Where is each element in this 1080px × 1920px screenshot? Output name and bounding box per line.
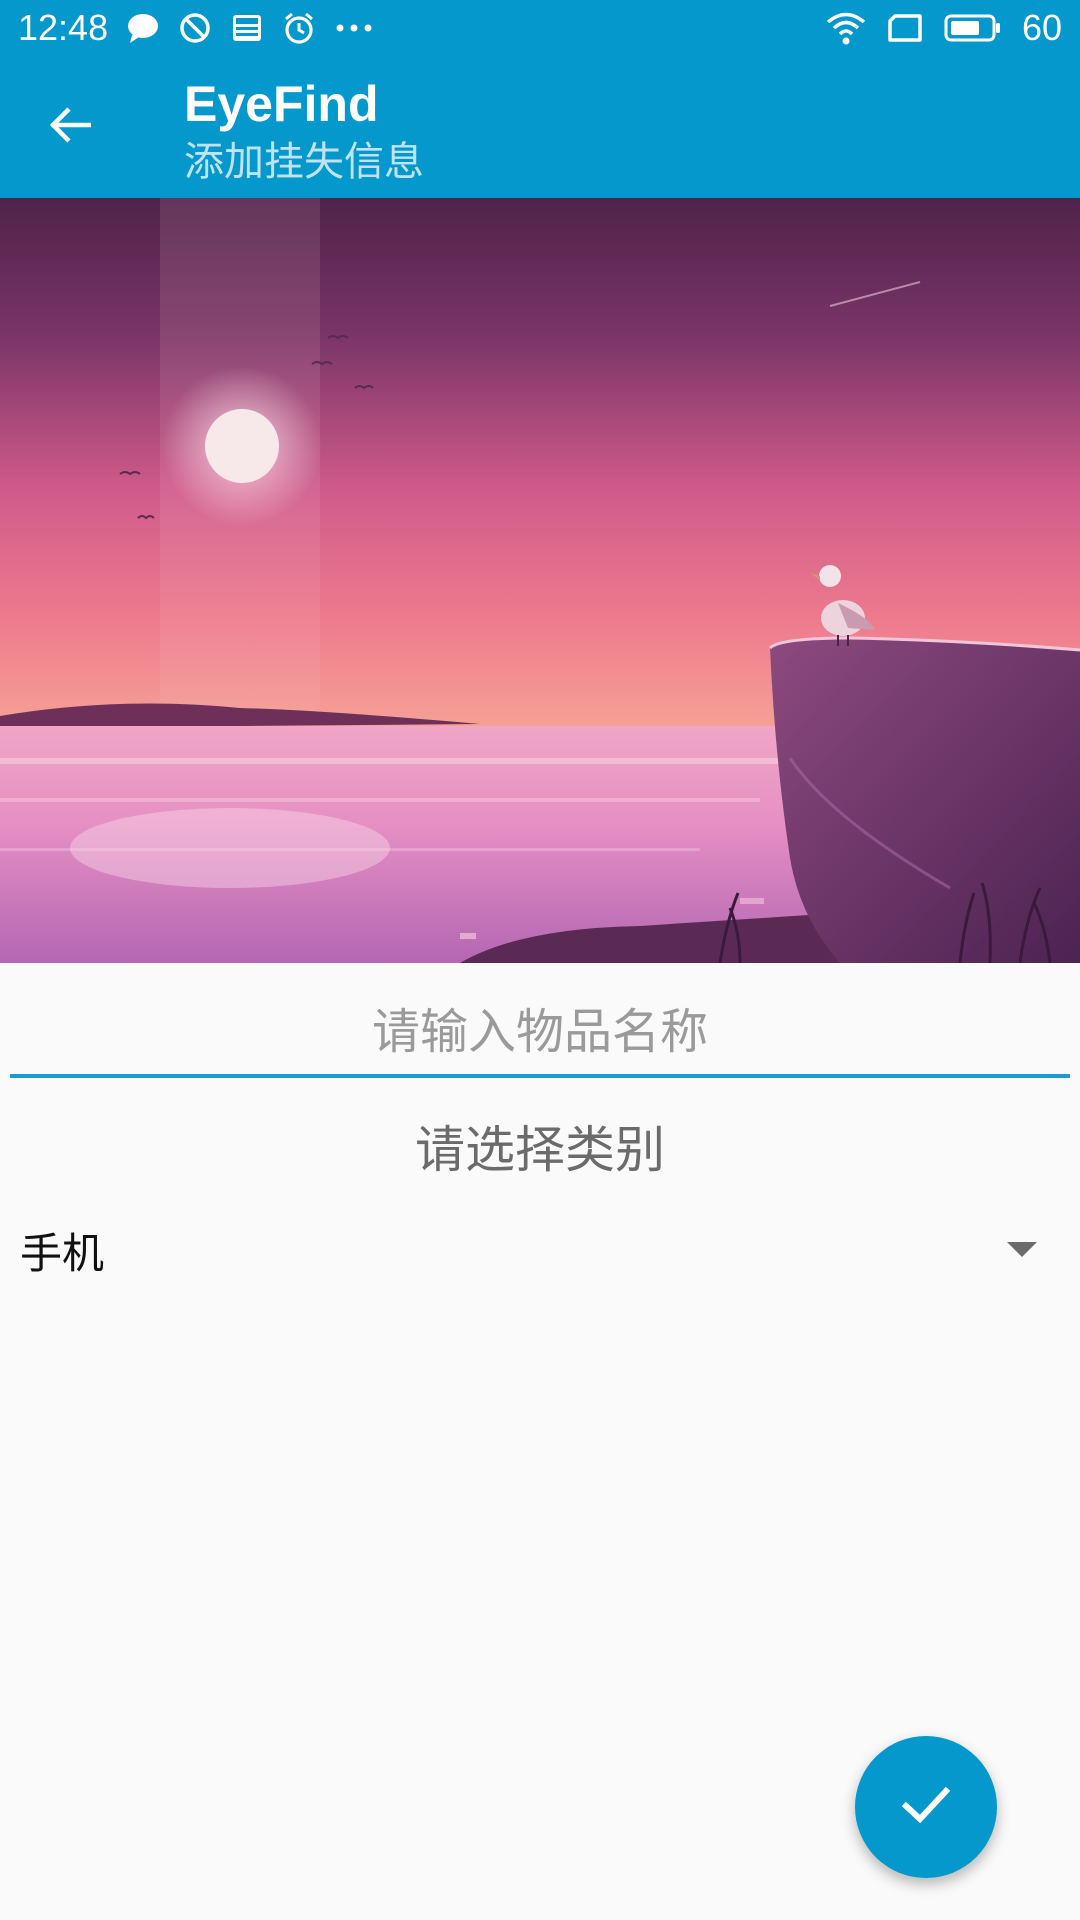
status-time: 12:48 — [18, 7, 109, 48]
category-label: 请选择类别 — [415, 1121, 665, 1179]
do-not-disturb-icon — [178, 11, 212, 45]
item-name-input[interactable] — [10, 1003, 1070, 1061]
back-button[interactable] — [38, 94, 104, 160]
chat-bubble-icon — [126, 11, 160, 45]
app-bar: EyeFind 添加挂失信息 — [0, 56, 1080, 198]
app-title: EyeFind — [184, 76, 379, 132]
status-bar: 12:48 60 — [0, 0, 1080, 56]
check-icon — [898, 1777, 954, 1837]
dropdown-arrow-icon — [992, 1220, 1052, 1280]
app-subtitle: 添加挂失信息 — [184, 139, 424, 185]
battery-icon — [944, 11, 1002, 45]
battery-level: 60 — [1021, 7, 1062, 48]
status-left: 12:48 — [0, 7, 372, 49]
arrow-back-icon — [47, 101, 95, 153]
item-name-field[interactable] — [10, 990, 1070, 1078]
wifi-icon — [826, 11, 866, 45]
category-spinner[interactable]: 手机 — [20, 1210, 1060, 1290]
category-selected-value: 手机 — [20, 1228, 105, 1278]
submit-fab-button[interactable] — [855, 1736, 997, 1878]
app-bar-titles: EyeFind 添加挂失信息 — [184, 72, 424, 188]
more-dots-icon — [334, 11, 372, 45]
header-illustration — [0, 198, 1080, 963]
screen: 12:48 60 EyeFind 添加挂失信息 请输入物品名称 请选择类别 手机 — [0, 0, 1080, 1920]
alarm-icon — [282, 11, 316, 45]
status-right: 60 — [826, 7, 1080, 49]
sim-icon — [886, 11, 924, 45]
news-icon — [230, 11, 264, 45]
